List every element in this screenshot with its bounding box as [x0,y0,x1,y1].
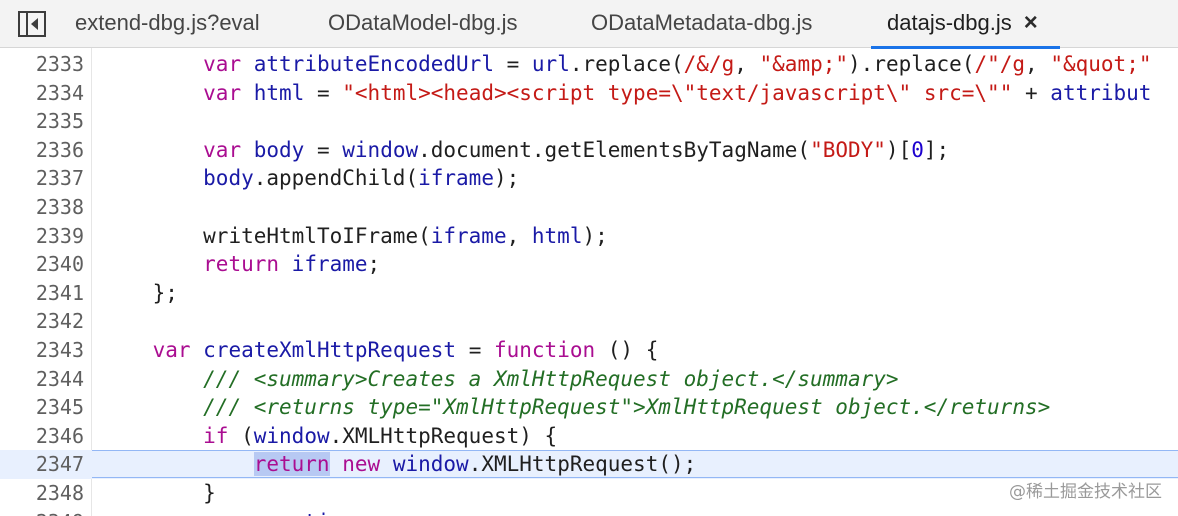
code-text: writeHtmlToIFrame(iframe, html); [203,223,608,248]
sidebar-toggle-icon[interactable] [18,11,46,37]
line-number[interactable]: 2336 [0,136,84,165]
code-text: /// <summary>Creates a XmlHttpRequest ob… [203,366,899,391]
code-text: var body = window.document.getElementsBy… [203,137,950,162]
current-line-highlight [92,450,1178,479]
code-line[interactable]: 2337 body.appendChild(iframe); [0,164,1178,193]
code-line[interactable]: 2346 if (window.XMLHttpRequest) { [0,422,1178,451]
code-line[interactable]: 2335 [0,107,1178,136]
code-text: var createXmlHttpRequest = function () { [152,338,659,362]
code-line[interactable]: 2341 }; [0,279,1178,308]
code-text: } [102,481,216,505]
tab-label: ODataMetadata-dbg.js [591,10,813,35]
code-line[interactable]: 2343 var createXmlHttpRequest = function… [0,336,1178,365]
line-number[interactable]: 2340 [0,250,84,279]
editor-tab-bar: extend-dbg.js?eval ODataModel-dbg.js ODa… [0,0,1178,49]
line-number[interactable]: 2343 [0,336,84,365]
code-line[interactable]: 2349 ti [0,508,1178,516]
tab-label: extend-dbg.js?eval [75,10,260,35]
code-text: var attributeEncodedUrl = url.replace(/&… [203,52,1152,76]
tab-datajs-dbg[interactable]: datajs-dbg.js × [871,0,1060,49]
line-number[interactable]: 2334 [0,79,84,108]
code-line[interactable]: 2345 /// <returns type="XmlHttpRequest">… [0,393,1178,422]
code-text: ti [102,508,329,516]
line-number[interactable]: 2338 [0,193,84,222]
line-number[interactable]: 2333 [0,50,84,79]
line-number[interactable]: 2335 [0,107,84,136]
code-line[interactable]: 2342 [0,307,1178,336]
code-text: /// <returns type="XmlHttpRequest">XmlHt… [203,395,1051,420]
code-text: }; [102,280,178,305]
code-text: body.appendChild(iframe); [203,166,520,191]
tab-label: datajs-dbg.js [887,10,1012,35]
code-editor[interactable]: 2333 var attributeEncodedUrl = url.repla… [0,48,1178,516]
tab-extend-dbg[interactable]: extend-dbg.js?eval [75,0,260,48]
code-text: return iframe; [203,252,381,277]
watermark: @稀土掘金技术社区 [1009,482,1162,502]
line-number[interactable]: 2348 [0,479,84,508]
line-number[interactable]: 2339 [0,222,84,251]
code-line[interactable]: 2333 var attributeEncodedUrl = url.repla… [0,50,1178,79]
line-number[interactable]: 2345 [0,393,84,422]
code-text: var html = "<html><head><script type=\"t… [203,80,1152,105]
tab-odatametadata-dbg[interactable]: ODataMetadata-dbg.js [591,0,812,48]
code-text: if (window.XMLHttpRequest) { [203,423,558,448]
current-code-line[interactable]: 2347 return new window.XMLHttpRequest(); [0,450,1178,479]
tab-odatamodel-dbg[interactable]: ODataModel-dbg.js [328,0,518,48]
code-line[interactable]: 2340 return iframe; [0,250,1178,279]
line-number[interactable]: 2346 [0,422,84,451]
close-icon[interactable]: × [1024,0,1038,46]
code-line[interactable]: 2338 [0,193,1178,222]
line-number[interactable]: 2344 [0,365,84,394]
code-line[interactable]: 2348 } [0,479,1178,508]
code-line[interactable]: 2336 var body = window.document.getEleme… [0,136,1178,165]
line-number[interactable]: 2342 [0,307,84,336]
line-number[interactable]: 2337 [0,164,84,193]
line-number[interactable]: 2349 [0,508,84,516]
code-line[interactable]: 2339 writeHtmlToIFrame(iframe, html); [0,222,1178,251]
code-line[interactable]: 2344 /// <summary>Creates a XmlHttpReque… [0,365,1178,394]
line-number[interactable]: 2347 [0,450,84,479]
tab-label: ODataModel-dbg.js [328,10,518,35]
line-number[interactable]: 2341 [0,279,84,308]
code-line[interactable]: 2334 var html = "<html><head><script typ… [0,79,1178,108]
